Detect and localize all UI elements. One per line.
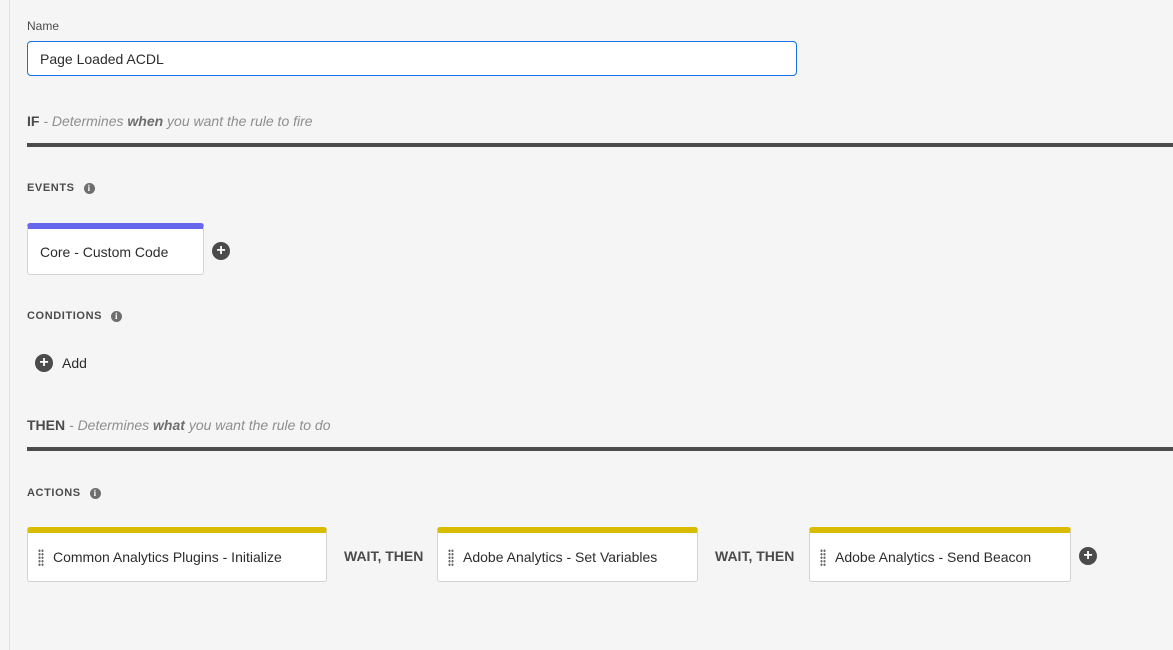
left-divider: [9, 0, 10, 650]
events-label: EVENTS i: [27, 182, 95, 194]
action-card[interactable]: Common Analytics Plugins - Initialize: [27, 527, 327, 582]
conditions-label-text: CONDITIONS: [27, 310, 103, 322]
if-desc-prefix: - Determines: [39, 113, 128, 129]
event-card-label: Core - Custom Code: [40, 243, 169, 260]
name-label: Name: [27, 19, 60, 33]
actions-label-text: ACTIONS: [27, 487, 81, 499]
actions-label: ACTIONS i: [27, 487, 101, 499]
add-event-icon[interactable]: +: [212, 242, 230, 260]
action-card-label: Adobe Analytics - Set Variables: [463, 549, 658, 565]
action-card-label: Adobe Analytics - Send Beacon: [835, 549, 1032, 565]
then-divider: [27, 447, 1173, 451]
events-label-text: EVENTS: [27, 182, 75, 194]
action-card-label: Common Analytics Plugins - Initialize: [53, 549, 282, 565]
then-desc-suffix: you want the rule to do: [184, 417, 331, 433]
plus-circle-icon: +: [35, 354, 53, 372]
if-desc-suffix: you want the rule to fire: [163, 113, 313, 129]
wait-then-label: WAIT, THEN: [344, 548, 424, 564]
action-card[interactable]: Adobe Analytics - Set Variables: [437, 527, 698, 582]
if-keyword: IF: [27, 113, 40, 129]
if-divider: [27, 143, 1173, 147]
then-keyword: THEN: [27, 417, 66, 433]
wait-then-label: WAIT, THEN: [715, 548, 795, 564]
if-desc-bold: when: [127, 113, 164, 129]
then-desc-bold: what: [153, 417, 185, 433]
add-condition-button[interactable]: + Add: [35, 354, 87, 372]
info-icon[interactable]: i: [89, 487, 101, 499]
info-icon[interactable]: i: [111, 310, 123, 322]
if-heading: IF - Determines when you want the rule t…: [27, 113, 313, 129]
conditions-label: CONDITIONS i: [27, 310, 123, 322]
add-condition-label: Add: [62, 355, 87, 371]
event-card[interactable]: Core - Custom Code: [27, 223, 204, 275]
then-desc-prefix: - Determines: [65, 417, 154, 433]
info-icon[interactable]: i: [83, 182, 95, 194]
then-heading: THEN - Determines what you want the rule…: [27, 417, 330, 433]
action-card[interactable]: Adobe Analytics - Send Beacon: [809, 527, 1071, 582]
name-input[interactable]: [27, 41, 797, 76]
add-action-icon[interactable]: +: [1079, 547, 1097, 565]
